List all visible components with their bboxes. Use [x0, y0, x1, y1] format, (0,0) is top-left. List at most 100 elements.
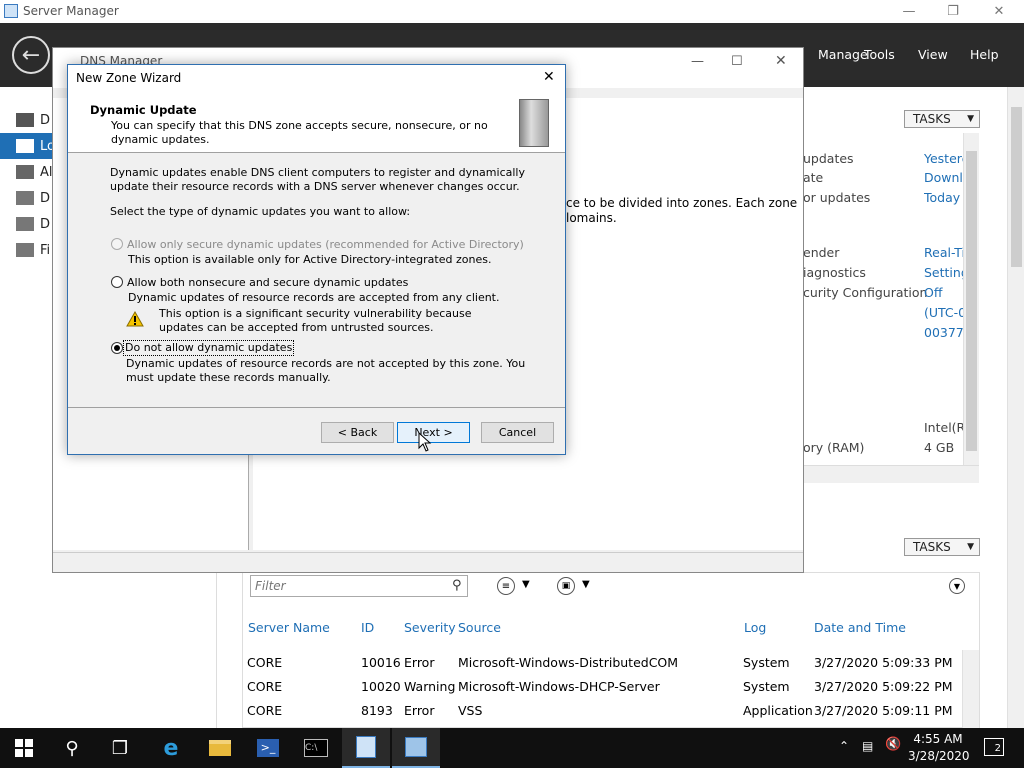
server-icon: [519, 99, 549, 147]
menu-manage[interactable]: Manage: [818, 47, 868, 62]
cancel-button[interactable]: Cancel: [481, 422, 554, 443]
mouse-cursor-icon: [418, 432, 432, 452]
restore-icon[interactable]: ❐: [930, 0, 976, 23]
internet-explorer-icon[interactable]: e: [147, 728, 195, 768]
close-icon[interactable]: ✕: [775, 53, 787, 69]
server-manager-titlebar: Server Manager — ❐ ✕: [0, 0, 1024, 23]
wizard-intro: Dynamic updates enable DNS client comput…: [110, 166, 525, 193]
expand-icon[interactable]: ▼: [949, 578, 965, 594]
servers-icon: [16, 165, 34, 179]
prop-value[interactable]: Setting: [924, 265, 964, 280]
file-explorer-icon[interactable]: [196, 728, 244, 768]
scrollbar-thumb[interactable]: [966, 151, 977, 451]
window-title: Server Manager: [23, 4, 119, 18]
prop-label: or updates: [803, 190, 871, 205]
radio-nonsecure-secure[interactable]: [111, 276, 123, 288]
dns-description: lomains.: [566, 211, 617, 225]
events-filter-input[interactable]: [250, 575, 468, 597]
radio-no-updates[interactable]: [111, 342, 123, 354]
maximize-icon[interactable]: ☐: [731, 54, 743, 69]
next-button[interactable]: Next >: [397, 422, 470, 443]
powershell-icon[interactable]: >_: [244, 728, 292, 768]
prop-value[interactable]: Real-Ti: [924, 245, 964, 260]
prop-label: iagnostics: [803, 265, 866, 280]
command-prompt-icon[interactable]: C:\: [292, 728, 340, 768]
prop-label: ory (RAM): [803, 440, 865, 455]
prop-value[interactable]: 00377-: [924, 325, 964, 340]
option-no-updates-label[interactable]: Do not allow dynamic updates: [122, 340, 295, 356]
warning-icon: [126, 311, 144, 327]
option-nonsecure-secure-label[interactable]: Allow both nonsecure and secure dynamic …: [127, 276, 408, 290]
start-windows-icon[interactable]: [0, 728, 48, 768]
chevron-down-icon: ▼: [967, 114, 974, 124]
search-icon[interactable]: ⚲: [452, 578, 462, 593]
close-icon[interactable]: ✕: [976, 0, 1022, 23]
wizard-subheading: You can specify that this DNS zone accep…: [111, 119, 488, 146]
prop-value[interactable]: Downlo: [924, 170, 964, 185]
prop-label: curity Configuration: [803, 285, 928, 300]
wizard-titlebar: New Zone Wizard ✕: [68, 65, 565, 93]
prop-value[interactable]: (UTC-0: [924, 305, 964, 320]
prop-value: 4 GB: [924, 440, 955, 455]
prop-value: Intel(R): [924, 420, 964, 435]
properties-tasks-button[interactable]: TASKS ▼: [904, 110, 980, 128]
option-nonsecure-secure-desc: Dynamic updates of resource records are …: [128, 291, 500, 304]
clock-time[interactable]: 4:55 AM: [912, 732, 964, 746]
chevron-down-icon[interactable]: ▼: [582, 579, 590, 590]
chevron-down-icon: ▼: [967, 542, 974, 552]
option-secure-only-label[interactable]: Allow only secure dynamic updates (recom…: [127, 238, 524, 252]
column-severity[interactable]: Severity: [404, 620, 456, 635]
notifications-icon[interactable]: 2: [984, 738, 1004, 756]
radio-secure-only[interactable]: [111, 238, 123, 250]
divider: [68, 407, 565, 408]
properties-hscrollbar[interactable]: [803, 465, 979, 483]
chevron-down-icon[interactable]: ▼: [522, 579, 530, 590]
dns-manager-taskbar-icon[interactable]: [392, 728, 440, 768]
page-scrollbar-thumb[interactable]: [1011, 107, 1022, 267]
column-log[interactable]: Log: [744, 620, 766, 635]
dhcp-icon: [16, 191, 34, 205]
wizard-heading: Dynamic Update: [90, 103, 197, 117]
minimize-icon[interactable]: —: [886, 0, 932, 23]
events-scrollbar[interactable]: [962, 650, 979, 728]
column-date-time[interactable]: Date and Time: [814, 620, 906, 635]
clock-date[interactable]: 3/28/2020: [908, 749, 970, 763]
close-icon[interactable]: ✕: [543, 69, 555, 85]
search-icon[interactable]: ⚲: [48, 728, 96, 768]
events-tasks-button[interactable]: TASKS ▼: [904, 538, 980, 556]
menu-view[interactable]: View: [918, 47, 948, 62]
prop-label: updates: [803, 151, 854, 166]
menu-tools[interactable]: Tools: [864, 47, 895, 62]
wizard-header: Dynamic Update You can specify that this…: [68, 93, 565, 153]
dns-statusbar: [53, 552, 803, 572]
dashboard-icon: [16, 113, 34, 127]
column-id[interactable]: ID: [361, 620, 374, 635]
volume-muted-icon[interactable]: 🔇: [885, 737, 901, 752]
prop-label: ate: [803, 170, 824, 185]
back-button[interactable]: < Back: [321, 422, 394, 443]
prop-value[interactable]: Today a: [924, 190, 964, 205]
file-services-icon: [16, 243, 34, 257]
chevron-up-icon[interactable]: ⌃: [839, 739, 849, 753]
dns-icon: [16, 217, 34, 231]
save-query-icon[interactable]: ▣: [557, 577, 575, 595]
list-options-icon[interactable]: ≡: [497, 577, 515, 595]
column-server-name[interactable]: Server Name: [248, 620, 330, 635]
wizard-title: New Zone Wizard: [76, 71, 182, 85]
task-view-icon[interactable]: ❐: [96, 728, 144, 768]
prop-value[interactable]: Off: [924, 285, 964, 300]
warning-text: This option is a significant security vu…: [159, 307, 472, 334]
properties-scrollbar[interactable]: [963, 133, 979, 465]
back-arrow-icon[interactable]: ←: [12, 36, 50, 74]
prop-value[interactable]: Yesterd: [924, 151, 964, 166]
page-scrollbar[interactable]: [1007, 87, 1024, 728]
minimize-icon[interactable]: —: [691, 54, 704, 69]
wizard-prompt: Select the type of dynamic updates you w…: [110, 205, 411, 218]
server-manager-icon: [4, 4, 18, 18]
network-icon[interactable]: ▤: [862, 739, 873, 753]
server-manager-taskbar-icon[interactable]: [342, 728, 390, 768]
new-zone-wizard-dialog: New Zone Wizard ✕ Dynamic Update You can…: [67, 64, 566, 455]
notification-count: 2: [994, 743, 1001, 754]
column-source[interactable]: Source: [458, 620, 501, 635]
menu-help[interactable]: Help: [970, 47, 999, 62]
